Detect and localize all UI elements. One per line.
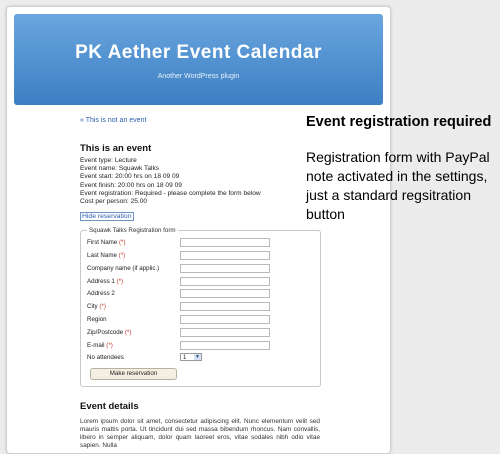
field-label: City (*) <box>87 303 106 311</box>
first-name-input[interactable] <box>180 238 270 248</box>
annotation-heading: Event registration required <box>306 114 492 130</box>
make-reservation-button[interactable]: Make reservation <box>90 368 177 381</box>
site-header: PK Aether Event Calendar Another WordPre… <box>14 14 383 105</box>
site-tagline: Another WordPress plugin <box>157 73 240 80</box>
form-row-region: Region <box>87 315 314 328</box>
form-row-last-name: Last Name (*) <box>87 251 314 264</box>
form-row-postcode: Zip/Postcode (*) <box>87 327 314 341</box>
form-row-address-1: Address 1 (*) <box>87 276 314 290</box>
postcode-input[interactable] <box>180 327 270 337</box>
form-legend: Squawk Talks Registration form <box>89 227 176 235</box>
form-row-email: E-mail (*) <box>87 340 314 354</box>
region-input[interactable] <box>180 315 270 324</box>
attendees-label: No attendees <box>87 354 124 362</box>
attendees-select[interactable]: 1 ▼ <box>180 353 202 362</box>
event-meta: Event type: Lecture Event name: Squawk T… <box>80 157 320 206</box>
event-cost: Cost per person: 25.00 <box>80 198 148 206</box>
hide-reservation-link[interactable]: Hide reservation <box>80 212 134 222</box>
attendees-value: 1 <box>183 355 187 362</box>
event-finish: Event finish: 20:00 hrs on 18 09 09 <box>80 181 182 189</box>
last-name-input[interactable] <box>180 251 270 261</box>
event-type: Event type: Lecture <box>80 157 137 164</box>
field-label: Address 1 (*) <box>87 277 124 285</box>
event-details-title: Event details <box>80 401 139 413</box>
field-label: Address 2 <box>87 290 115 298</box>
form-row-first-name: First Name (*) <box>87 238 314 251</box>
chevron-down-icon: ▼ <box>194 354 201 361</box>
event-title: This is an event <box>80 143 152 154</box>
form-row-company: Company name (if applic.) <box>87 263 314 277</box>
form-row-attendees: No attendees 1 ▼ <box>87 353 314 366</box>
event-registration: Event registration: Required - please co… <box>80 189 261 197</box>
field-label: Company name (if applic.) <box>87 264 160 272</box>
event-start: Event start: 20:00 hrs on 18 09 09 <box>80 173 180 181</box>
site-title[interactable]: PK Aether Event Calendar <box>14 42 383 64</box>
back-link[interactable]: « This is not an event <box>80 117 320 124</box>
event-details-text: Lorem ipsum dolor sit amet, consectetur … <box>80 418 320 450</box>
annotation-body: Registration form with PayPal note activ… <box>306 149 490 222</box>
form-row-address-2: Address 2 <box>87 289 314 302</box>
field-label: Zip/Postcode (*) <box>87 328 132 336</box>
annotation-panel: Event registration required Registration… <box>306 113 496 224</box>
event-name: Event name: Squawk Talks <box>80 165 160 173</box>
field-label: Last Name (*) <box>87 252 126 260</box>
main-content: « This is not an event This is an event … <box>80 117 321 450</box>
registration-form: Squawk Talks Registration form First Nam… <box>80 227 321 388</box>
city-input[interactable] <box>180 302 270 312</box>
field-label: First Name (*) <box>87 239 126 247</box>
form-row-city: City (*) <box>87 302 314 315</box>
company-input[interactable] <box>180 263 270 273</box>
field-label: E-mail (*) <box>87 341 113 349</box>
address-1-input[interactable] <box>180 276 270 286</box>
field-label: Region <box>87 316 107 323</box>
email-input[interactable] <box>180 340 270 350</box>
address-2-input[interactable] <box>180 289 270 299</box>
